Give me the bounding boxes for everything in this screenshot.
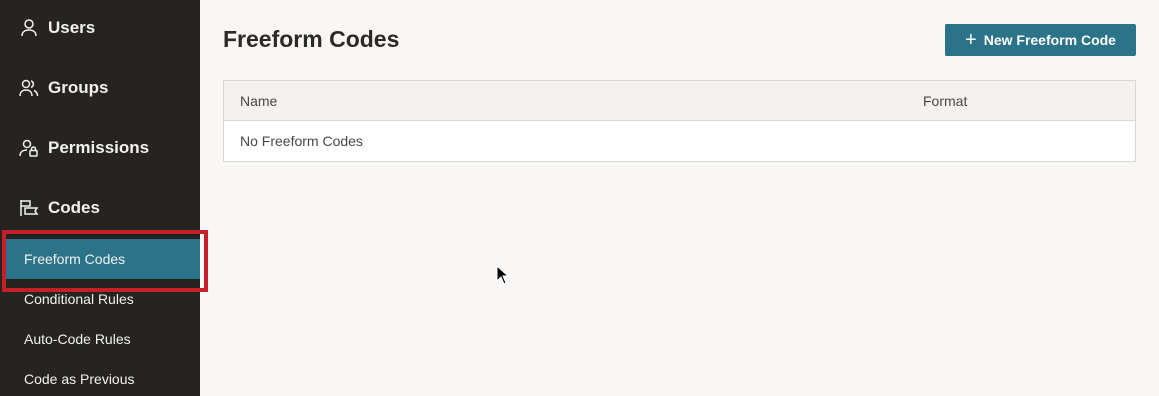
nav-item-groups[interactable]: Groups: [0, 68, 200, 108]
mouse-cursor-icon: [496, 265, 510, 285]
user-lock-icon: [18, 137, 40, 159]
nav-item-label: Codes: [48, 198, 100, 217]
codes-flag-icon: [18, 197, 40, 219]
sub-item-auto-code-rules[interactable]: Auto-Code Rules: [0, 319, 200, 359]
nav-item-codes[interactable]: Codes: [0, 188, 200, 228]
table-header: Name Format: [224, 81, 1135, 121]
new-freeform-code-button[interactable]: + New Freeform Code: [945, 24, 1136, 56]
sub-item-label: Auto-Code Rules: [24, 331, 131, 347]
page-title: Freeform Codes: [223, 26, 400, 52]
freeform-codes-table: Name Format No Freeform Codes: [223, 80, 1136, 162]
sidebar: Users Groups Permissions Codes Freeform …: [0, 0, 200, 396]
sub-item-label: Conditional Rules: [24, 291, 134, 307]
column-header-name[interactable]: Name: [240, 93, 277, 109]
nav-item-users[interactable]: Users: [0, 8, 200, 48]
column-header-format[interactable]: Format: [923, 93, 967, 109]
sub-item-label: Freeform Codes: [24, 251, 126, 267]
nav-item-permissions[interactable]: Permissions: [0, 128, 200, 168]
users-group-icon: [18, 77, 40, 99]
main-content: Freeform Codes + New Freeform Code Name …: [200, 0, 1159, 396]
new-button-label: New Freeform Code: [983, 32, 1116, 48]
plus-icon: +: [965, 29, 977, 51]
sub-item-code-as-previous[interactable]: Code as Previous: [0, 359, 200, 396]
nav-item-label: Permissions: [48, 138, 150, 157]
empty-message: No Freeform Codes: [240, 133, 363, 149]
user-icon: [18, 17, 40, 39]
table-empty-row: No Freeform Codes: [224, 121, 1135, 161]
sub-item-conditional-rules[interactable]: Conditional Rules: [0, 279, 200, 319]
nav-item-label: Users: [48, 18, 96, 37]
sub-item-label: Code as Previous: [24, 371, 135, 387]
sub-item-freeform-codes[interactable]: Freeform Codes: [5, 239, 200, 279]
nav-item-label: Groups: [48, 78, 109, 97]
